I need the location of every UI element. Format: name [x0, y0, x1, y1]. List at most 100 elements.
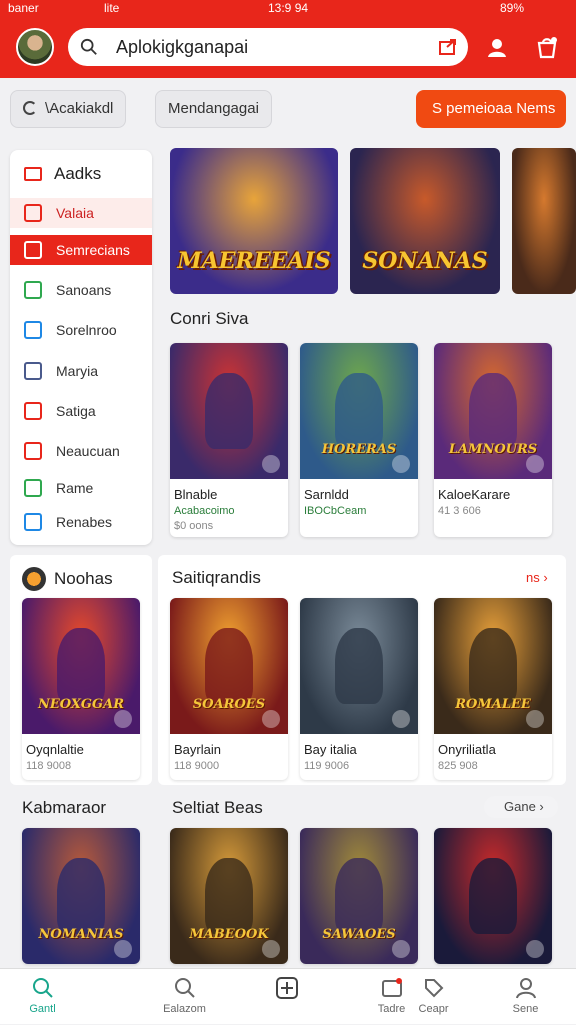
category-icon: [24, 241, 42, 259]
sidebar-title-label: Aadks: [54, 164, 102, 183]
search-icon: [174, 977, 196, 999]
user-icon[interactable]: [484, 35, 510, 61]
game-card[interactable]: NEOXGGAR Oyqnlaltie 118 9008: [22, 598, 140, 780]
tab-ceapr[interactable]: Ceapr: [376, 969, 491, 1025]
sidebar-item-label: Rame: [56, 480, 94, 496]
cart-icon[interactable]: [534, 35, 560, 61]
character-art: [469, 857, 517, 935]
tab-label: Gantl: [29, 1003, 56, 1015]
play-icon[interactable]: [526, 940, 544, 958]
game-card[interactable]: Bay italia 119 9006: [300, 598, 418, 780]
game-name: Bayrlain: [174, 742, 221, 757]
game-name: Sarnldd: [304, 487, 349, 502]
manage-button[interactable]: Mendangagai: [155, 90, 272, 128]
sidebar-item[interactable]: Sanoans: [10, 275, 152, 305]
game-name: Oyqnlaltie: [26, 742, 84, 757]
banner-image: [512, 148, 576, 294]
search-input[interactable]: Aplokigkganapai: [116, 37, 248, 58]
sidebar-item[interactable]: Rame: [10, 473, 152, 503]
character-art: [205, 627, 253, 705]
character-art: [469, 627, 517, 705]
game-card[interactable]: Blnable Acabacoimo $0 oons: [170, 343, 288, 537]
play-icon[interactable]: [114, 940, 132, 958]
game-thumbnail: LAMNOURS: [434, 343, 552, 479]
sidebar-item[interactable]: Semrecians: [10, 235, 152, 265]
tab-label: Ealazom: [163, 1003, 206, 1015]
character-art: [57, 857, 105, 935]
sidebar-item-label: Maryia: [56, 363, 99, 379]
sidebar-item[interactable]: Sorelnroo: [10, 315, 152, 345]
sidebar-item-label: Sanoans: [56, 282, 112, 298]
character-art: [335, 857, 383, 935]
sidebar-item-label: Renabes: [56, 514, 113, 530]
sidebar-item[interactable]: Satiga: [10, 396, 152, 426]
filter-button[interactable]: \Acakiakdl: [10, 90, 127, 128]
game-meta: 41 3 606: [438, 505, 481, 517]
more-link[interactable]: ns ›: [526, 570, 548, 585]
play-icon[interactable]: [262, 455, 280, 473]
sidebar-item[interactable]: Maryia: [10, 356, 152, 386]
play-icon[interactable]: [526, 710, 544, 728]
character-art: [335, 627, 383, 705]
tab-create[interactable]: [229, 969, 344, 1025]
game-card[interactable]: SAWAOES: [300, 828, 418, 964]
character-art: [469, 372, 517, 450]
category-icon: [24, 442, 42, 460]
category-icon: [24, 513, 42, 531]
folder-icon: [24, 167, 42, 181]
game-card[interactable]: LAMNOURS KaloeKarare 41 3 606: [434, 343, 552, 537]
game-card[interactable]: ROMALEE Onyriliatla 825 908: [434, 598, 552, 780]
game-card[interactable]: SOAROES Bayrlain 118 9000: [170, 598, 288, 780]
game-thumbnail: ROMALEE: [434, 598, 552, 734]
category-sidebar: Aadks Valaia Semrecians Sanoans Sorelnroo Ma…: [10, 150, 152, 545]
featured-banner[interactable]: SONANAS: [350, 148, 500, 294]
game-name: Blnable: [174, 487, 218, 502]
app-header: Aplokigkganapai: [0, 16, 576, 78]
play-icon[interactable]: [262, 710, 280, 728]
sidebar-item-label: Valaia: [56, 205, 94, 221]
featured-banner[interactable]: [512, 148, 576, 294]
sidebar-item[interactable]: Valaia: [10, 198, 152, 228]
status-bar: baner lite 13:9 94 89%: [0, 0, 576, 16]
share-icon[interactable]: [438, 37, 458, 57]
play-icon[interactable]: [392, 940, 410, 958]
view-all-button[interactable]: Gane ›: [484, 796, 558, 818]
category-icon: [24, 362, 42, 380]
tab-label: Sene: [512, 1003, 539, 1015]
tab-sene[interactable]: Sene: [475, 969, 576, 1025]
play-icon[interactable]: [262, 940, 280, 958]
tab-label: Ceapr: [418, 1003, 449, 1015]
game-thumbnail: [170, 343, 288, 479]
left-panel-title: Noohas: [54, 569, 113, 588]
play-icon[interactable]: [392, 710, 410, 728]
game-meta: IBOCbCeam: [304, 505, 367, 517]
play-icon[interactable]: [392, 455, 410, 473]
featured-banner[interactable]: MAEREEAIS: [170, 148, 338, 294]
sidebar-item-label: Sorelnroo: [56, 322, 117, 338]
character-art: [57, 627, 105, 705]
game-card[interactable]: [434, 828, 552, 964]
play-icon[interactable]: [114, 710, 132, 728]
tab-ealazom[interactable]: Ealazom: [127, 969, 242, 1025]
search-bar[interactable]: Aplokigkganapai: [68, 28, 468, 66]
category-icon: [24, 321, 42, 339]
play-icon[interactable]: [526, 455, 544, 473]
tab-gantl[interactable]: Gantl: [0, 969, 100, 1025]
category-icon: [24, 204, 42, 222]
game-thumbnail: SOAROES: [170, 598, 288, 734]
game-meta: 118 9000: [174, 760, 220, 772]
game-thumbnail: HORERAS: [300, 343, 418, 479]
game-card[interactable]: MABEOOK: [170, 828, 288, 964]
sidebar-item[interactable]: Neaucuan: [10, 436, 152, 466]
avatar[interactable]: [16, 28, 54, 66]
cta-button[interactable]: S pemeioaa Nems: [416, 90, 566, 128]
battery-level: 89%: [500, 1, 525, 15]
game-card[interactable]: NOMANIAS: [22, 828, 140, 964]
section-title: Seltiat Beas: [172, 798, 263, 817]
tag-icon: [423, 977, 445, 999]
sidebar-item[interactable]: Renabes: [10, 507, 152, 537]
carrier-label: baner: [8, 1, 39, 15]
game-meta-secondary: $0 oons: [174, 520, 214, 532]
game-card[interactable]: HORERAS Sarnldd IBOCbCeam: [300, 343, 418, 537]
section-title: Saitiqrandis: [172, 568, 261, 587]
